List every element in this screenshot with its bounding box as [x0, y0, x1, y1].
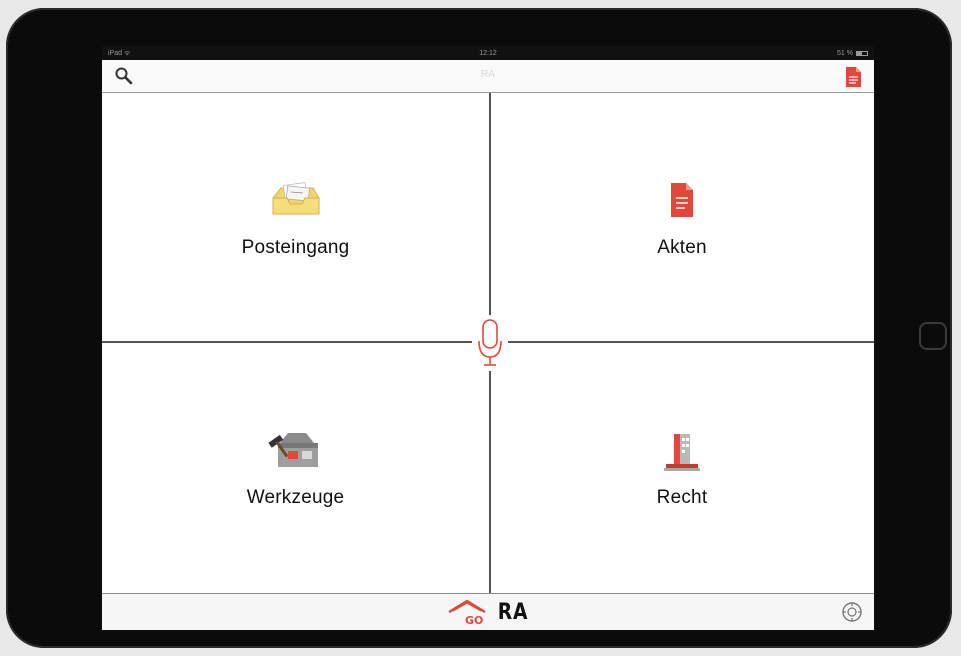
tile-label: Recht: [656, 487, 708, 508]
courthouse-icon: [652, 427, 712, 473]
app-logo: GO RA: [447, 598, 531, 626]
document-icon[interactable]: [844, 66, 862, 88]
carrier-label: iPad ᯤ: [108, 49, 131, 57]
tablet-frame: iPad ᯤ 12:12 51 % RA Posteingang Akten W…: [6, 8, 952, 648]
home-button[interactable]: [919, 322, 947, 350]
logo-house-icon: GO: [448, 599, 486, 626]
status-bar: iPad ᯤ 12:12 51 %: [102, 46, 874, 60]
toolbox-icon: [266, 427, 326, 473]
tile-label: Posteingang: [241, 236, 350, 258]
tile-akten[interactable]: Akten: [490, 93, 874, 342]
logo-badge: GO: [465, 614, 483, 626]
battery-percent: 51 %: [837, 49, 853, 57]
app-screen: iPad ᯤ 12:12 51 % RA Posteingang Akten W…: [102, 46, 874, 630]
tile-label: Akten: [657, 236, 707, 258]
microphone-icon[interactable]: [472, 315, 508, 371]
horizontal-divider-right: [508, 341, 874, 343]
tile-werkzeuge[interactable]: Werkzeuge: [102, 343, 489, 593]
logo-text: RA: [497, 599, 529, 625]
inbox-tray-icon: [266, 177, 326, 223]
tile-label: Werkzeuge: [246, 487, 345, 508]
top-nav-bar: RA: [102, 60, 874, 93]
battery-status: 51 %: [808, 50, 868, 57]
bottom-bar: GO RA: [102, 593, 874, 630]
gear-icon[interactable]: [840, 600, 864, 624]
tile-posteingang[interactable]: Posteingang: [102, 93, 489, 342]
clock: 12:12: [479, 49, 497, 57]
file-icon: [652, 177, 712, 223]
horizontal-divider-left: [102, 341, 472, 343]
battery-icon: [856, 50, 868, 56]
main-tile-grid: Posteingang Akten Werkzeuge Recht: [102, 93, 874, 593]
tile-recht[interactable]: Recht: [490, 343, 874, 593]
nav-title: RA: [481, 69, 495, 80]
